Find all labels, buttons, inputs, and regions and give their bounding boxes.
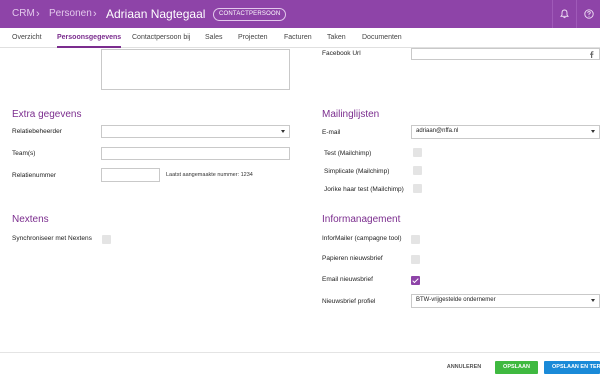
cancel-button[interactable]: ANNULEREN — [439, 361, 489, 374]
facebook-url-input[interactable] — [411, 48, 600, 60]
mailinglist-label: Simplicate (Mailchimp) — [324, 168, 390, 175]
teams-input[interactable] — [101, 147, 290, 160]
papieren-nieuwsbrief-checkbox[interactable] — [411, 255, 420, 264]
relatienummer-label: Relatienummer — [12, 172, 57, 179]
contact-type-badge: CONTACTPERSOON — [213, 8, 287, 21]
last-number-hint: Laatst aangemaakte nummer: 1234 — [166, 172, 253, 178]
tab-projecten[interactable]: Projecten — [238, 28, 268, 48]
tab-sales[interactable]: Sales — [205, 28, 223, 48]
mailinglist-checkbox-simplicate[interactable] — [413, 166, 422, 175]
save-button[interactable]: OPSLAAN — [495, 361, 538, 374]
tab-facturen[interactable]: Facturen — [284, 28, 312, 48]
breadcrumb-personen[interactable]: Personen — [49, 0, 92, 28]
tab-contactpersoon-bij[interactable]: Contactpersoon bij — [132, 28, 190, 48]
mailinglist-label: Test (Mailchimp) — [324, 150, 372, 157]
mailinglist-checkbox-test[interactable] — [413, 148, 422, 157]
info-option-label: Email nieuwsbrief — [322, 276, 373, 283]
breadcrumb-separator: › — [93, 8, 97, 20]
nieuwsbrief-profiel-label: Nieuwsbrief profiel — [322, 298, 376, 305]
teams-label: Team(s) — [12, 150, 36, 157]
section-informanagement: Informanagement — [322, 214, 401, 225]
relatiebeheerder-select[interactable] — [101, 125, 290, 138]
mailinglist-checkbox-jorike[interactable] — [413, 184, 422, 193]
info-option-label: Papieren nieuwsbrief — [322, 255, 383, 262]
breadcrumb-crm[interactable]: CRM — [12, 0, 35, 28]
informailer-checkbox[interactable] — [411, 235, 420, 244]
email-select[interactable]: adriaan@nffa.nl — [411, 125, 600, 139]
save-and-return-button[interactable]: OPSLAAN EN TERUG — [544, 361, 600, 374]
email-label: E-mail — [322, 129, 341, 136]
bell-icon — [560, 9, 569, 19]
email-nieuwsbrief-checkbox[interactable] — [411, 276, 420, 285]
notes-textarea[interactable] — [101, 49, 290, 90]
top-bar: CRM › Personen › Adriaan Nagtegaal CONTA… — [0, 0, 600, 28]
tab-overzicht[interactable]: Overzicht — [12, 28, 42, 48]
relatiebeheerder-label: Relatiebeheerder — [12, 128, 62, 135]
facebook-icon — [590, 51, 594, 58]
section-extra-gegevens: Extra gegevens — [12, 109, 82, 120]
tab-bar: Overzicht Persoonsgegevens Contactpersoo… — [0, 28, 600, 48]
section-mailinglijsten: Mailinglijsten — [322, 109, 380, 120]
breadcrumb-separator: › — [36, 8, 40, 20]
page-title: Adriaan Nagtegaal — [106, 7, 206, 21]
facebook-url-label: Facebook Url — [322, 50, 361, 57]
relatienummer-input[interactable] — [101, 168, 160, 182]
help-button[interactable] — [576, 0, 600, 28]
mailinglist-label: Jorike haar test (Mailchimp) — [324, 186, 404, 193]
action-footer: ANNULEREN OPSLAAN OPSLAAN EN TERUG — [0, 352, 600, 378]
tab-documenten[interactable]: Documenten — [362, 28, 402, 48]
sync-nextens-checkbox[interactable] — [102, 235, 111, 244]
tab-taken[interactable]: Taken — [327, 28, 346, 48]
tab-persoonsgegevens[interactable]: Persoonsgegevens — [57, 28, 122, 48]
help-icon — [583, 9, 594, 19]
nieuwsbrief-profiel-select[interactable]: BTW-vrijgestelde ondernemer — [411, 294, 600, 308]
section-nextens: Nextens — [12, 214, 49, 225]
sync-nextens-label: Synchroniseer met Nextens — [12, 235, 92, 242]
info-option-label: InforMailer (campagne tool) — [322, 235, 402, 242]
notifications-button[interactable] — [552, 0, 576, 28]
